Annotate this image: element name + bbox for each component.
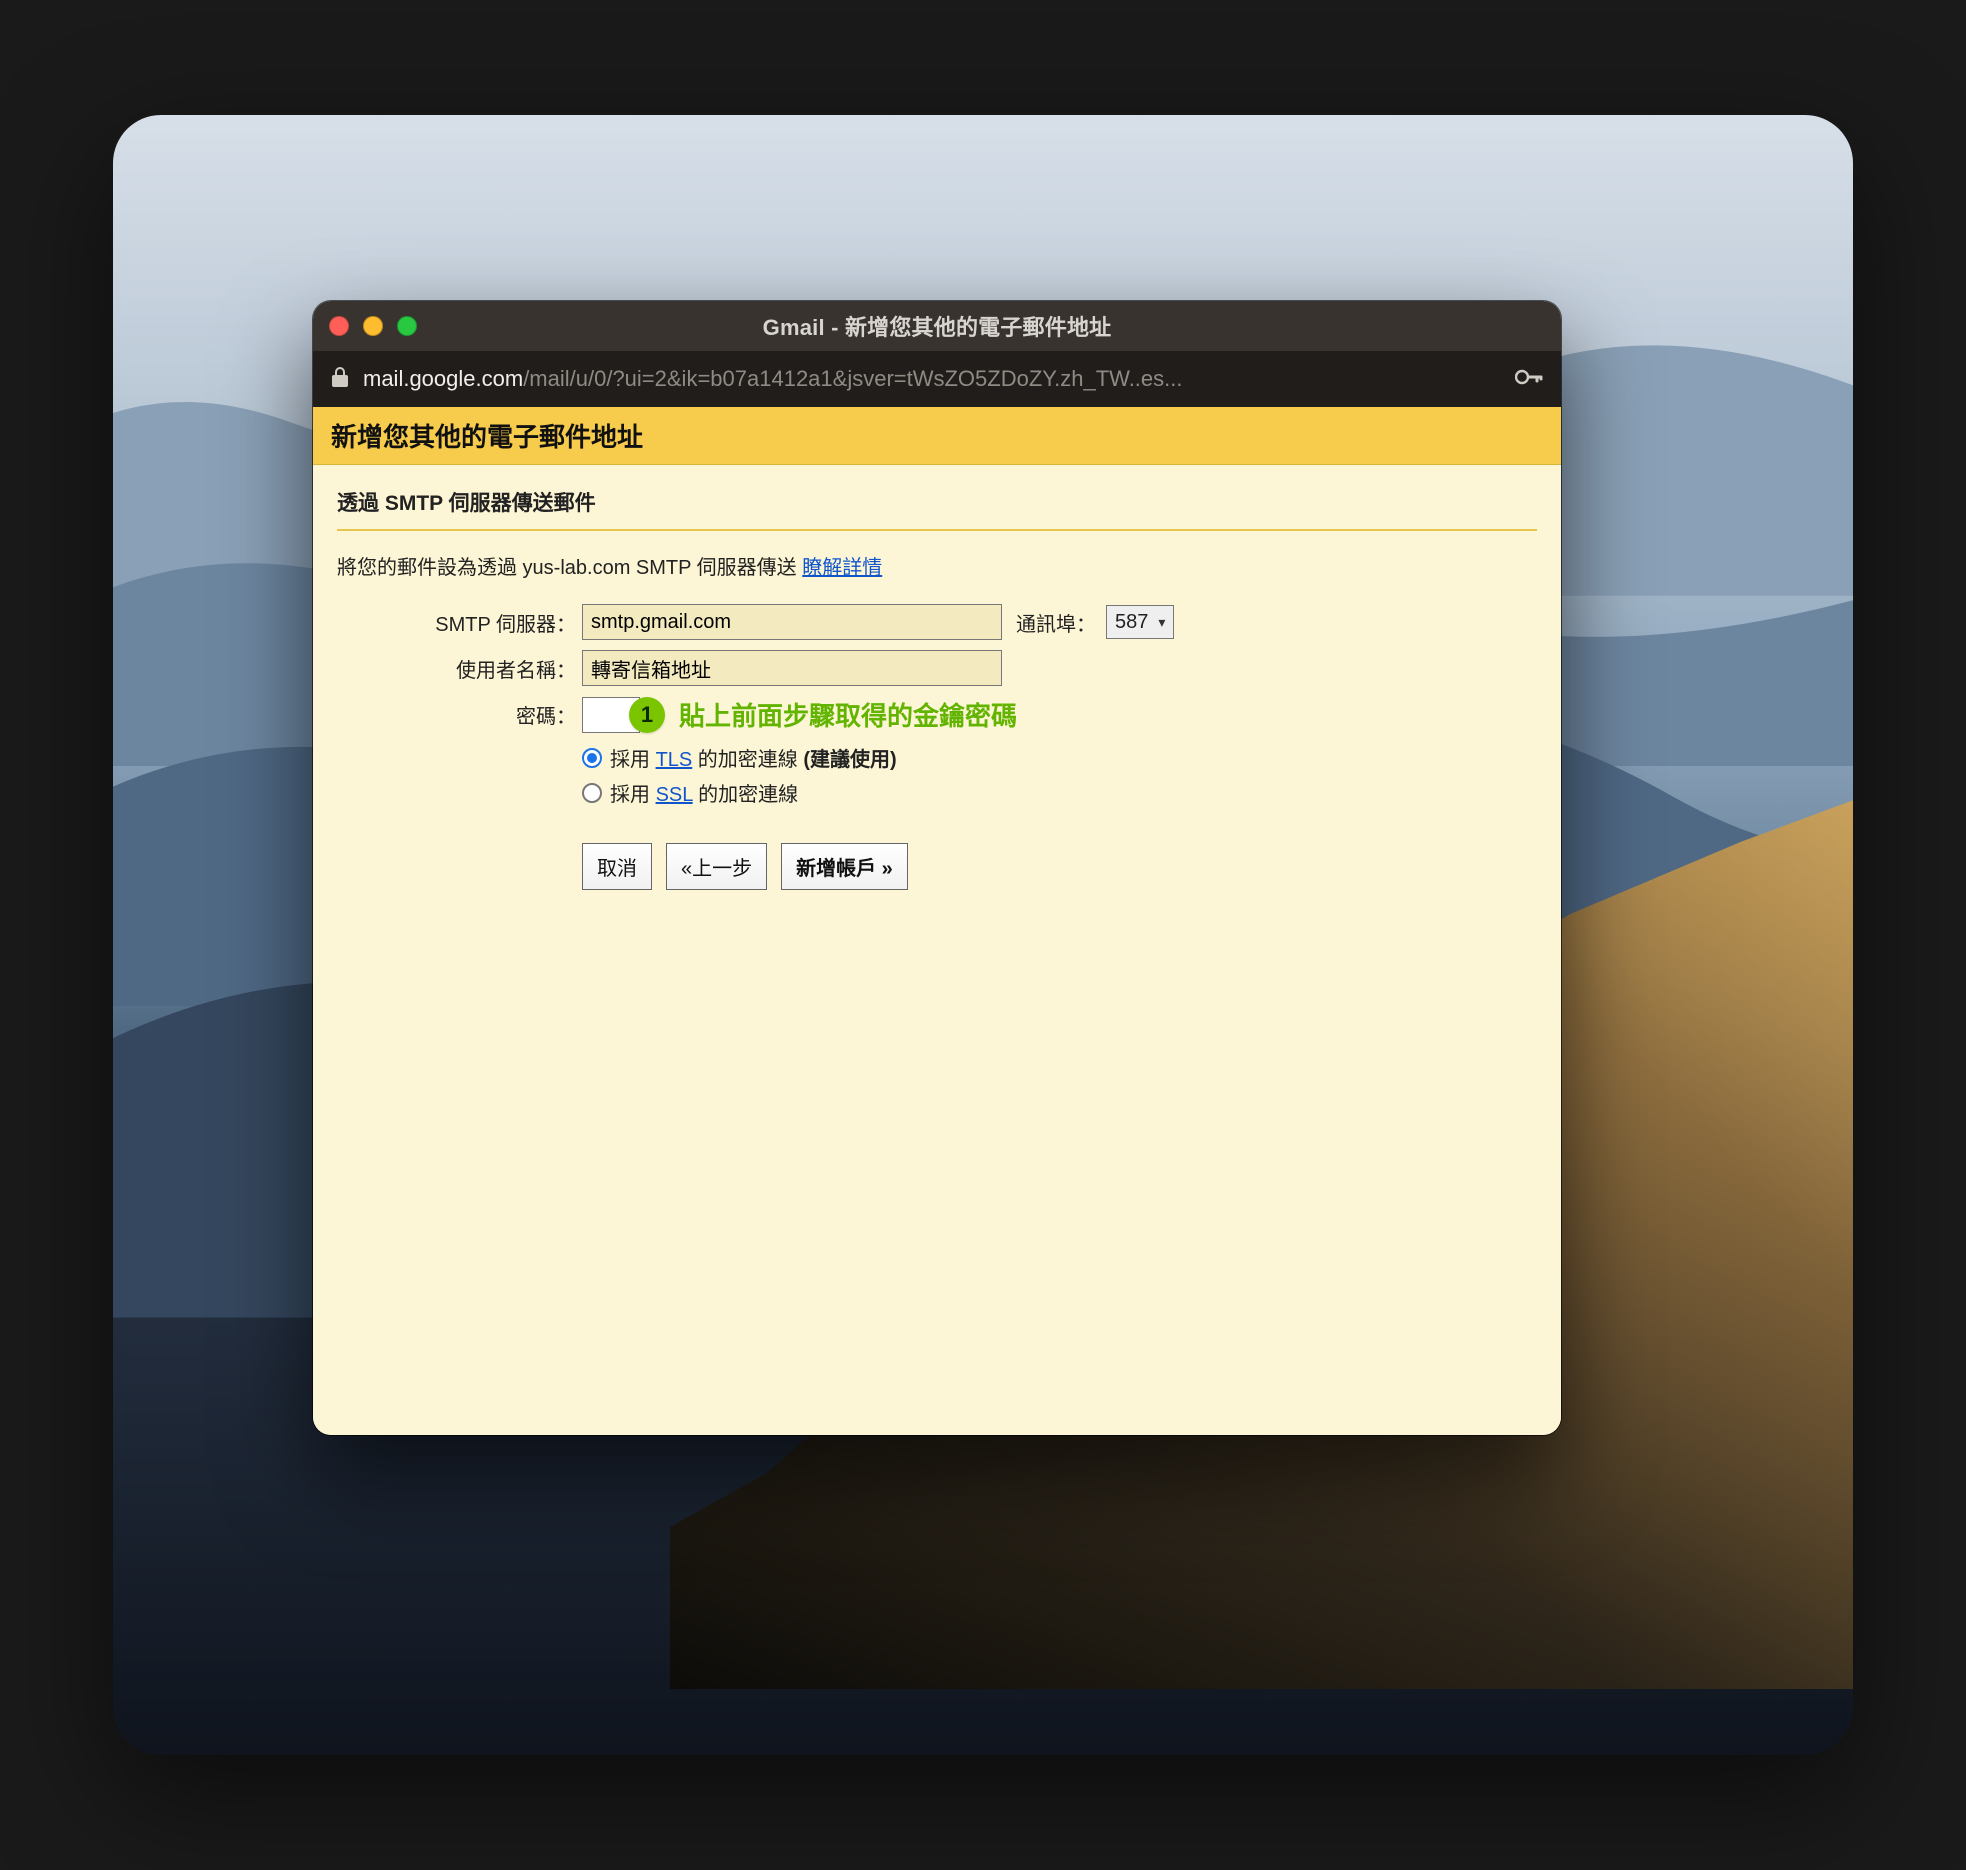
radio-tls-reco: (建議使用) [803,749,896,771]
section-title: 透過 SMTP 伺服器傳送郵件 [337,481,1537,531]
radio-ssl-prefix: 採用 [610,784,656,806]
lock-icon [331,367,349,392]
cancel-button[interactable]: 取消 [582,843,652,890]
window-title: Gmail - 新增您其他的電子郵件地址 [313,310,1561,342]
url-path: /mail/u/0/?ui=2&ik=b07a1412a1&jsver=tWsZ… [523,366,1182,391]
row-smtp: SMTP 伺服器： 通訊埠： 587 ▾ [337,604,1537,640]
learn-more-link[interactable]: 瞭解詳情 [802,557,882,579]
radio-tls-prefix: 採用 [610,749,656,771]
close-icon[interactable] [329,316,349,336]
chevron-down-icon: ▾ [1158,614,1165,631]
traffic-lights [329,316,417,336]
radio-tls-suffix: 的加密連線 [692,749,803,771]
radio-tls-row[interactable]: 採用 TLS 的加密連線 (建議使用) [582,743,1537,772]
browser-window: Gmail - 新增您其他的電子郵件地址 mail.google.com/mai… [313,301,1561,1435]
key-icon[interactable] [1515,369,1543,390]
encryption-radios: 採用 TLS 的加密連線 (建議使用) 採用 SSL 的加密連線 [582,743,1537,807]
row-username: 使用者名稱： [337,650,1537,686]
radio-tls[interactable] [582,748,602,768]
row-password: 密碼： 1 貼上前面步驟取得的金鑰密碼 [337,696,1537,733]
address-bar[interactable]: mail.google.com/mail/u/0/?ui=2&ik=b07a14… [313,351,1561,407]
username-input[interactable] [582,650,1002,686]
page-title: 新增您其他的電子郵件地址 [331,417,1543,454]
password-label: 密碼： [337,700,582,729]
page-header: 新增您其他的電子郵件地址 [313,407,1561,465]
radio-ssl-suffix: 的加密連線 [693,784,799,806]
radio-ssl[interactable] [582,783,602,803]
url-host: mail.google.com [363,366,523,391]
port-value: 587 [1115,611,1148,634]
wallpaper-card: Gmail - 新增您其他的電子郵件地址 mail.google.com/mai… [113,115,1853,1755]
intro-prefix: 將您的郵件設為透過 yus-lab.com SMTP 伺服器傳送 [337,557,802,579]
radio-ssl-row[interactable]: 採用 SSL 的加密連線 [582,778,1537,807]
url-text: mail.google.com/mail/u/0/?ui=2&ik=b07a14… [363,366,1501,392]
username-label: 使用者名稱： [337,654,582,683]
content-panel: 透過 SMTP 伺服器傳送郵件 將您的郵件設為透過 yus-lab.com SM… [313,465,1561,1435]
maximize-icon[interactable] [397,316,417,336]
smtp-label: SMTP 伺服器： [337,608,582,637]
titlebar[interactable]: Gmail - 新增您其他的電子郵件地址 [313,301,1561,351]
tls-link[interactable]: TLS [656,749,693,771]
ssl-link[interactable]: SSL [656,784,693,806]
port-select[interactable]: 587 ▾ [1106,605,1174,639]
add-account-button[interactable]: 新增帳戶 » [781,843,908,890]
smtp-form: SMTP 伺服器： 通訊埠： 587 ▾ 使用者名稱： [337,604,1537,890]
smtp-server-input[interactable] [582,604,1002,640]
minimize-icon[interactable] [363,316,383,336]
intro-text: 將您的郵件設為透過 yus-lab.com SMTP 伺服器傳送 瞭解詳情 [337,551,1537,580]
annotation-text: 貼上前面步驟取得的金鑰密碼 [679,696,1017,733]
port-label: 通訊埠： [1016,608,1096,637]
buttons-row: 取消 «上一步 新增帳戶 » [582,843,1537,890]
annotation-badge: 1 [629,697,665,733]
back-button[interactable]: «上一步 [666,843,767,890]
annotation: 1 貼上前面步驟取得的金鑰密碼 [644,696,1032,733]
